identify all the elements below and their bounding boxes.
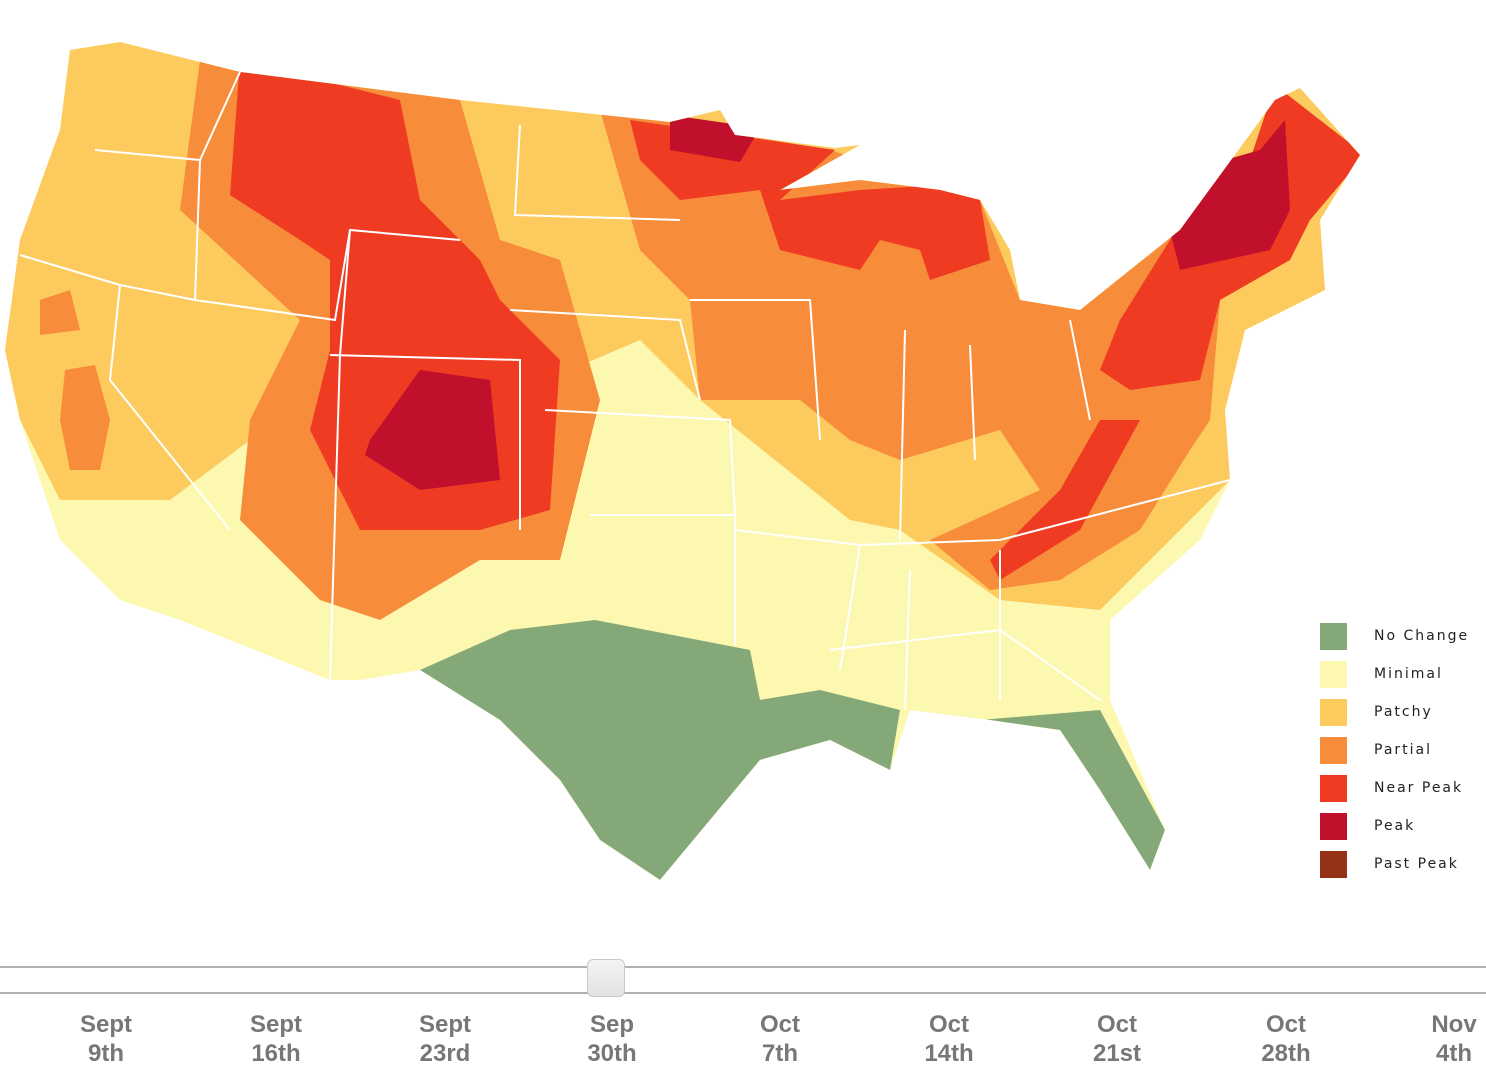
- tick-day: 30th: [587, 1040, 637, 1067]
- tick-month: Sept: [249, 1011, 302, 1038]
- us-foliage-map: [5, 42, 1360, 880]
- legend-label: No Change: [1374, 628, 1470, 644]
- legend-item-near-peak: Near Peak: [1320, 769, 1469, 807]
- legend-item-patchy: Patchy: [1320, 693, 1469, 731]
- tick-day: 7th: [762, 1040, 798, 1067]
- legend-swatch: [1320, 736, 1347, 764]
- tick-day: 16th: [251, 1040, 301, 1067]
- legend: No Change Minimal Patchy Partial Near Pe…: [1320, 617, 1469, 883]
- legend-swatch: [1320, 622, 1347, 650]
- tick-month: Nov: [1431, 1011, 1477, 1038]
- legend-label: Past Peak: [1374, 856, 1459, 872]
- slider-track-bottom[interactable]: [0, 992, 1486, 994]
- tick-day: 23rd: [419, 1040, 471, 1067]
- legend-label: Patchy: [1374, 704, 1433, 720]
- tick-day: 28th: [1261, 1040, 1311, 1067]
- tick-month: Oct: [1096, 1011, 1137, 1038]
- tick-month: Oct: [1265, 1011, 1306, 1038]
- tick-day: 9th: [88, 1040, 124, 1067]
- region-no-change-florida: [980, 710, 1165, 870]
- slider-tick[interactable]: Sept 16th: [216, 1010, 336, 1068]
- legend-swatch: [1320, 660, 1347, 688]
- tick-month: Sept: [79, 1011, 132, 1038]
- slider-thumb[interactable]: [587, 959, 625, 997]
- legend-swatch: [1320, 850, 1347, 878]
- slider-tick[interactable]: Oct 7th: [720, 1010, 840, 1068]
- tick-month: Oct: [759, 1011, 800, 1038]
- slider-tick[interactable]: Sept 9th: [46, 1010, 166, 1068]
- legend-label: Peak: [1374, 818, 1416, 834]
- tick-month: Oct: [928, 1011, 969, 1038]
- slider-tick[interactable]: Oct 21st: [1057, 1010, 1177, 1068]
- legend-item-peak: Peak: [1320, 807, 1469, 845]
- legend-label: Near Peak: [1374, 780, 1464, 796]
- slider-tick[interactable]: Oct 14th: [889, 1010, 1009, 1068]
- legend-item-no-change: No Change: [1320, 617, 1469, 655]
- tick-month: Sep: [589, 1011, 634, 1038]
- slider-tick[interactable]: Nov 4th: [1394, 1010, 1486, 1068]
- slider-tick[interactable]: Sept 23rd: [385, 1010, 505, 1068]
- legend-item-minimal: Minimal: [1320, 655, 1469, 693]
- tick-day: 21st: [1092, 1040, 1142, 1067]
- tick-day: 14th: [924, 1040, 974, 1067]
- legend-swatch: [1320, 698, 1347, 726]
- slider-tick[interactable]: Oct 28th: [1226, 1010, 1346, 1068]
- slider-tick[interactable]: Sep 30th: [552, 1010, 672, 1068]
- slider-track-top[interactable]: [0, 966, 1486, 968]
- legend-item-past-peak: Past Peak: [1320, 845, 1469, 883]
- legend-swatch: [1320, 774, 1347, 802]
- tick-month: Sept: [418, 1011, 471, 1038]
- legend-label: Partial: [1374, 742, 1432, 758]
- legend-swatch: [1320, 812, 1347, 840]
- tick-day: 4th: [1436, 1040, 1472, 1067]
- legend-item-partial: Partial: [1320, 731, 1469, 769]
- legend-label: Minimal: [1374, 666, 1443, 682]
